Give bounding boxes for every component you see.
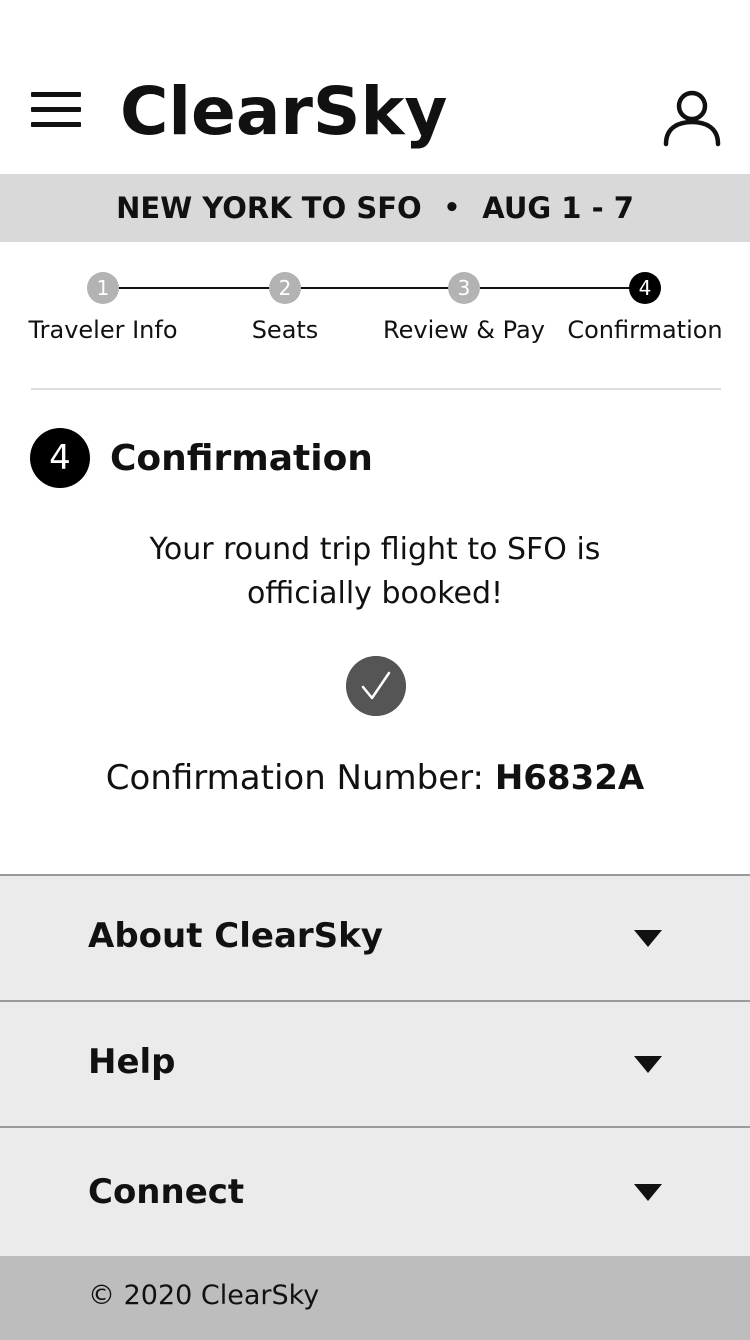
accordion-help[interactable]: Help	[0, 1000, 750, 1126]
step-confirmation[interactable]: 4 Confirmation	[555, 262, 735, 344]
step-number: 1	[87, 272, 119, 304]
step-label: Traveler Info	[28, 316, 178, 344]
accordion-label: Help	[88, 1042, 176, 1082]
confirmation-heading: 4 Confirmation	[30, 428, 373, 488]
booking-message: Your round trip flight to SFO is officia…	[100, 528, 650, 616]
trip-summary-bar: NEW YORK TO SFO • AUG 1 - 7	[0, 174, 750, 242]
step-label: Confirmation	[567, 316, 723, 344]
section-divider	[31, 388, 721, 390]
confirmation-number: Confirmation Number: H6832A	[0, 758, 750, 798]
accordion-connect[interactable]: Connect	[0, 1126, 750, 1256]
checkmark-icon	[346, 656, 406, 716]
step-label: Seats	[251, 316, 319, 344]
step-label: Review & Pay	[383, 316, 545, 344]
caret-down-icon[interactable]	[634, 930, 662, 947]
booking-progress-stepper: 1 Traveler Info 2 Seats 3 Review & Pay 4…	[0, 262, 750, 362]
user-profile-icon[interactable]	[662, 88, 722, 148]
brand-logo[interactable]: ClearSky	[120, 72, 447, 152]
accordion-label: About ClearSky	[88, 916, 383, 956]
section-step-number: 4	[30, 428, 90, 488]
step-traveler-info[interactable]: 1 Traveler Info	[13, 262, 193, 344]
step-number: 4	[629, 272, 661, 304]
message-line: Your round trip flight to SFO is	[149, 532, 601, 567]
page-footer: © 2020 ClearSky	[0, 1256, 750, 1340]
copyright-text: © 2020 ClearSky	[88, 1280, 320, 1311]
caret-down-icon[interactable]	[634, 1056, 662, 1073]
confirmation-number-value: H6832A	[494, 758, 645, 798]
confirmation-number-label: Confirmation Number:	[105, 758, 484, 798]
step-seats[interactable]: 2 Seats	[195, 262, 375, 344]
trip-dates: AUG 1 - 7	[482, 191, 634, 225]
step-number: 2	[269, 272, 301, 304]
accordion-about[interactable]: About ClearSky	[0, 874, 750, 1000]
accordion-label: Connect	[88, 1172, 245, 1212]
hamburger-menu-icon[interactable]	[31, 92, 81, 130]
trip-route: NEW YORK TO SFO	[116, 191, 422, 225]
caret-down-icon[interactable]	[634, 1184, 662, 1201]
step-review-pay[interactable]: 3 Review & Pay	[374, 262, 554, 344]
step-number: 3	[448, 272, 480, 304]
section-title: Confirmation	[110, 437, 373, 479]
app-header: ClearSky	[0, 0, 750, 174]
message-line: officially booked!	[246, 576, 504, 611]
trip-separator: •	[443, 193, 461, 223]
